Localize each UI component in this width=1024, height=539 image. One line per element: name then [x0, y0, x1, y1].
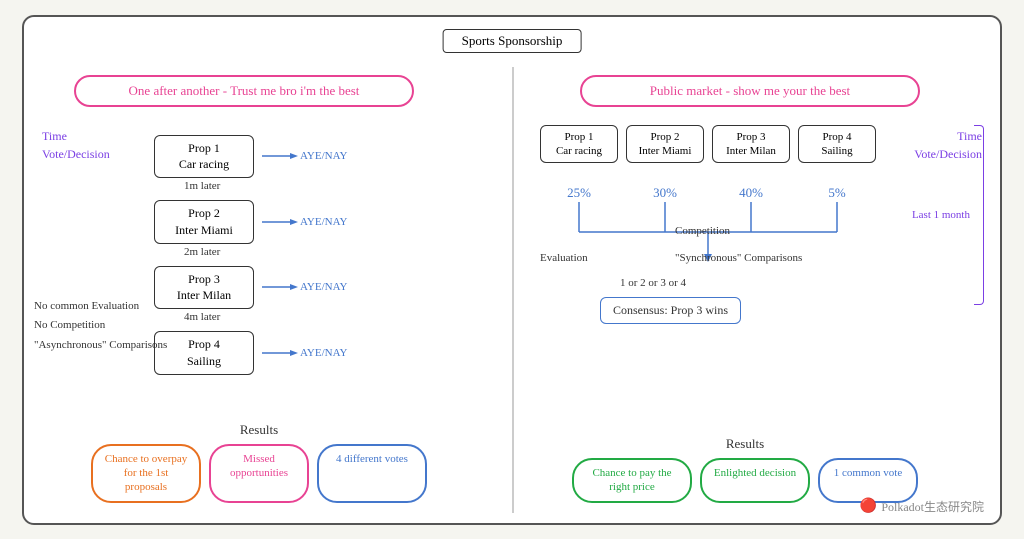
- or-label: 1 or 2 or 3 or 4: [620, 277, 686, 289]
- sync-label: "Synchronous" Comparisons: [675, 252, 802, 264]
- left-results: Results Chance to overpay for the 1st pr…: [34, 422, 484, 503]
- prop-box-3: Prop 3 Inter Milan: [154, 266, 254, 310]
- right-pct-row: 25% 30% 40% 5%: [540, 185, 876, 201]
- competition-label: Competition: [675, 225, 730, 237]
- title-box: Sports Sponsorship: [443, 29, 582, 53]
- result-badge-votes: 4 different votes: [317, 444, 427, 503]
- right-banner: Public market - show me your the best: [580, 75, 920, 107]
- right-results-title: Results: [520, 436, 970, 452]
- pct-1: 25%: [540, 185, 618, 201]
- pct-2: 30%: [626, 185, 704, 201]
- pct-3: 40%: [712, 185, 790, 201]
- evaluation-label: Evaluation: [540, 252, 588, 264]
- left-flow: Prop 1 Car racing AYE/NAY 1m later Prop …: [154, 127, 347, 375]
- watermark: 🔴 Polkadot生态研究院: [860, 498, 984, 515]
- right-prop-2: Prop 2 Inter Miami: [626, 125, 704, 164]
- arrow-svg-3: [262, 281, 298, 293]
- left-results-title: Results: [34, 422, 484, 438]
- arrow-4: AYE/NAY: [262, 347, 347, 359]
- arrow-svg-2: [262, 216, 298, 228]
- flow-item-prop3: Prop 3 Inter Milan AYE/NAY: [154, 266, 347, 310]
- last-month-label: Last 1 month: [912, 209, 970, 221]
- consensus-box: Consensus: Prop 3 wins: [600, 297, 741, 324]
- left-banner: One after another - Trust me bro i'm the…: [74, 75, 414, 107]
- left-notes: No common Evaluation No Competition "Asy…: [34, 297, 167, 356]
- right-prop-4: Prop 4 Sailing: [798, 125, 876, 164]
- flow-item-prop4: Prop 4 Sailing AYE/NAY: [154, 331, 347, 375]
- title-text: Sports Sponsorship: [462, 33, 563, 48]
- left-time-vote: Time Vote/Decision: [42, 127, 110, 163]
- right-prop-1: Prop 1 Car racing: [540, 125, 618, 164]
- arrow-1: AYE/NAY: [262, 150, 347, 162]
- last-month-bracket: Last 1 month: [912, 125, 984, 305]
- right-section: Public market - show me your the best Ti…: [520, 67, 990, 513]
- prop-box-4: Prop 4 Sailing: [154, 331, 254, 375]
- main-container: Sports Sponsorship One after another - T…: [22, 15, 1002, 525]
- center-divider: [512, 67, 514, 513]
- right-results-row: Chance to pay the right price Enlighted …: [520, 458, 970, 503]
- flow-item-prop2: Prop 2 Inter Miami AYE/NAY: [154, 200, 347, 244]
- right-props-row: Prop 1 Car racing Prop 2 Inter Miami Pro…: [540, 125, 876, 164]
- result-badge-common-vote: 1 common vote: [818, 458, 918, 503]
- result-badge-pay: Chance to pay the right price: [572, 458, 692, 503]
- time-label-1: 1m later: [184, 180, 347, 192]
- weibo-icon: 🔴: [860, 498, 877, 515]
- arrow-svg-1: [262, 150, 298, 162]
- right-prop-3: Prop 3 Inter Milan: [712, 125, 790, 164]
- flow-item-prop1: Prop 1 Car racing AYE/NAY: [154, 135, 347, 179]
- arrow-2: AYE/NAY: [262, 216, 347, 228]
- left-section: One after another - Trust me bro i'm the…: [34, 67, 504, 513]
- prop-box-1: Prop 1 Car racing: [154, 135, 254, 179]
- arrow-3: AYE/NAY: [262, 281, 347, 293]
- result-badge-overpay: Chance to overpay for the 1st proposals: [91, 444, 201, 503]
- right-results: Results Chance to pay the right price En…: [520, 436, 970, 503]
- result-badge-enlightened: Enlighted decision: [700, 458, 810, 503]
- prop-box-2: Prop 2 Inter Miami: [154, 200, 254, 244]
- time-label-2: 2m later: [184, 246, 347, 258]
- result-badge-missed: Missed opportunities: [209, 444, 309, 503]
- pct-4: 5%: [798, 185, 876, 201]
- left-results-row: Chance to overpay for the 1st proposals …: [34, 444, 484, 503]
- brace-shape: [974, 125, 984, 305]
- time-label-3: 4m later: [184, 311, 347, 323]
- arrow-svg-4: [262, 347, 298, 359]
